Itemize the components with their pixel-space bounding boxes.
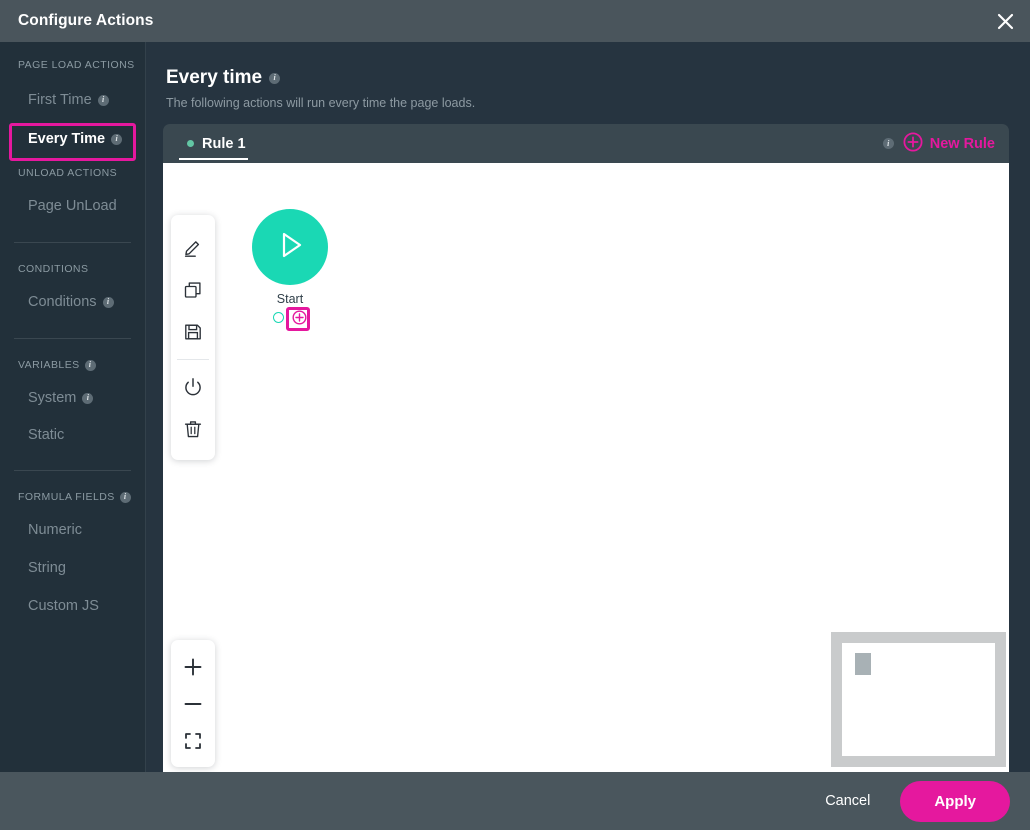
dialog-footer: Cancel Apply (0, 772, 1030, 830)
sidebar-group-formula-fields: FORMULA FIELDS i (0, 491, 145, 503)
plus-circle-icon (903, 131, 923, 156)
info-icon[interactable]: i (111, 133, 123, 145)
sidebar-item-label: Page UnLoad (28, 198, 117, 214)
sidebar-item-label: Numeric (28, 522, 82, 538)
sidebar-group-label: UNLOAD ACTIONS (18, 167, 118, 179)
tab-label: Rule 1 (202, 135, 246, 152)
minimap-node (855, 653, 871, 675)
start-node[interactable]: Start (235, 209, 345, 325)
edit-pencil-icon[interactable] (171, 227, 215, 269)
zoom-out-minus-icon[interactable] (171, 685, 215, 722)
power-icon[interactable] (171, 366, 215, 408)
info-icon[interactable]: i (119, 491, 131, 503)
sidebar-group-label: CONDITIONS (18, 263, 89, 275)
sidebar: PAGE LOAD ACTIONS First Time i Every Tim… (0, 42, 146, 772)
tab-active-underline (179, 158, 248, 160)
sidebar-group-variables: VARIABLES i (0, 359, 145, 371)
sidebar-item-label: Custom JS (28, 598, 99, 614)
rules-tabstrip: Rule 1 i New Rule (163, 124, 1009, 163)
sidebar-item-static[interactable]: Static (0, 421, 145, 449)
sidebar-item-custom-js[interactable]: Custom JS (0, 592, 145, 620)
sidebar-item-label: System (28, 390, 77, 406)
page-subtitle: The following actions will run every tim… (166, 96, 476, 110)
start-node-label: Start (276, 292, 304, 306)
save-floppy-icon[interactable] (171, 311, 215, 353)
info-icon[interactable]: i (97, 94, 109, 106)
new-rule-label: New Rule (929, 135, 995, 152)
sidebar-item-system[interactable]: System i (0, 384, 145, 412)
sidebar-group-label: VARIABLES (18, 359, 80, 371)
info-icon[interactable]: i (269, 72, 281, 84)
copy-icon[interactable] (171, 269, 215, 311)
trash-icon[interactable] (171, 408, 215, 450)
page-title-text: Every time (166, 67, 263, 88)
sidebar-item-string[interactable]: String (0, 554, 145, 582)
sidebar-group-label: FORMULA FIELDS (18, 491, 115, 503)
sidebar-item-every-time[interactable]: Every Time i (0, 125, 145, 153)
window-titlebar: Configure Actions (0, 0, 1030, 42)
sidebar-group-label: PAGE LOAD ACTIONS (18, 59, 135, 71)
minimap-viewport (842, 643, 995, 756)
start-node-circle[interactable] (252, 209, 328, 285)
sidebar-item-conditions[interactable]: Conditions i (0, 288, 145, 316)
close-icon[interactable] (990, 6, 1020, 36)
sidebar-item-first-time[interactable]: First Time i (0, 86, 145, 114)
sidebar-group-page-load-actions: PAGE LOAD ACTIONS (0, 59, 145, 71)
sidebar-group-unload-actions: UNLOAD ACTIONS (0, 167, 145, 179)
info-icon[interactable]: i (102, 296, 114, 308)
window-title: Configure Actions (18, 12, 154, 29)
page-title: Every time i (166, 67, 281, 89)
node-toolbar (171, 215, 215, 460)
sidebar-item-numeric[interactable]: Numeric (0, 516, 145, 544)
minimap[interactable] (831, 632, 1006, 767)
flow-canvas[interactable]: Start (163, 163, 1009, 777)
info-icon[interactable]: i (84, 359, 96, 371)
circle-port-icon[interactable] (273, 312, 284, 323)
add-node-plus-circle-icon[interactable] (292, 310, 307, 325)
start-node-ports (235, 310, 345, 325)
apply-button[interactable]: Apply (900, 780, 1010, 822)
sidebar-item-label: Conditions (28, 294, 97, 310)
sidebar-group-conditions: CONDITIONS (0, 263, 145, 275)
play-icon (272, 227, 308, 268)
sidebar-item-label: Static (28, 427, 65, 443)
info-icon[interactable]: i (882, 138, 894, 149)
sidebar-item-label: String (28, 560, 66, 576)
new-rule-button[interactable]: New Rule (903, 131, 995, 156)
zoom-in-plus-icon[interactable] (171, 648, 215, 685)
zoom-controls (171, 640, 215, 767)
tab-status-dot (187, 140, 194, 147)
main-panel: Every time i The following actions will … (146, 42, 1030, 777)
sidebar-item-label: First Time (28, 92, 92, 108)
sidebar-item-page-unload[interactable]: Page UnLoad (0, 192, 145, 220)
info-icon[interactable]: i (82, 392, 94, 404)
sidebar-item-label: Every Time (28, 131, 106, 147)
cancel-button[interactable]: Cancel (811, 785, 884, 817)
toolbar-divider (177, 359, 209, 360)
configure-actions-dialog: Configure Actions PAGE LOAD ACTIONS Firs… (0, 0, 1030, 830)
tabstrip-actions: i New Rule (882, 124, 995, 163)
fit-to-screen-icon[interactable] (171, 722, 215, 759)
